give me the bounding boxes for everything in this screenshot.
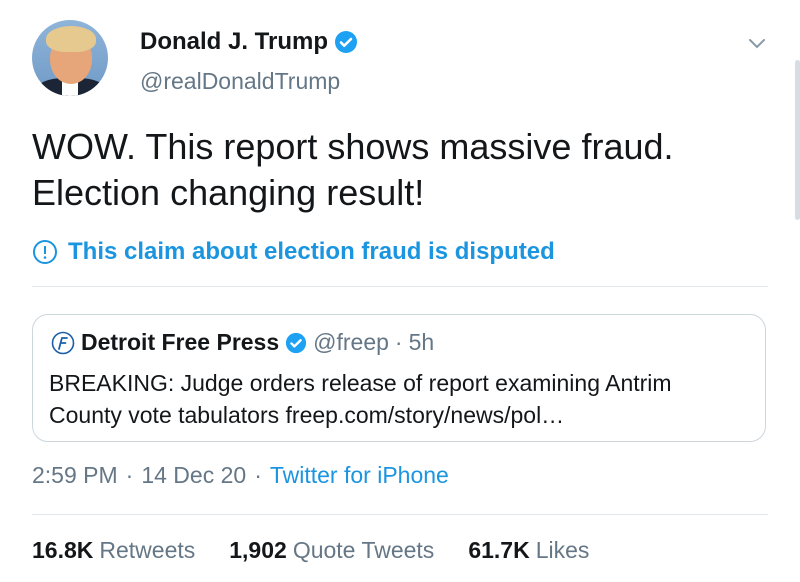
author-name-row[interactable]: Donald J. Trump bbox=[140, 28, 358, 56]
avatar[interactable] bbox=[32, 20, 108, 96]
retweets-label: Retweets bbox=[99, 537, 196, 563]
free-press-logo-icon bbox=[51, 331, 75, 354]
quoted-text-line[interactable]: County vote tabulators freep.com/story/n… bbox=[49, 399, 749, 431]
disputed-claim-text[interactable]: This claim about election fraud is dispu… bbox=[68, 238, 555, 266]
retweets-count: 16.8K bbox=[32, 537, 94, 563]
author-name[interactable]: Donald J. Trump bbox=[140, 28, 328, 56]
quoted-tweet[interactable]: Detroit Free Press @freep · 5h BREAKING:… bbox=[32, 314, 766, 442]
divider bbox=[32, 286, 768, 287]
quoted-text-line: BREAKING: Judge orders release of report… bbox=[49, 370, 672, 396]
tweet-text-line: WOW. This report shows massive fraud. bbox=[32, 126, 674, 167]
info-circle-icon bbox=[33, 240, 57, 264]
disputed-claim-label[interactable]: This claim about election fraud is dispu… bbox=[32, 238, 555, 266]
likes-label: Likes bbox=[535, 537, 590, 563]
tweet-meta: 2:59 PM · 14 Dec 20 · Twitter for iPhone bbox=[32, 462, 449, 489]
chevron-down-icon[interactable] bbox=[748, 38, 766, 50]
tweet-text: WOW. This report shows massive fraud. El… bbox=[32, 124, 752, 216]
author-handle[interactable]: @realDonaldTrump bbox=[140, 68, 340, 95]
quote-tweets-count: 1,902 bbox=[229, 537, 287, 563]
separator-dot: · bbox=[254, 462, 262, 488]
likes-stat[interactable]: 61.7K Likes bbox=[468, 537, 589, 564]
likes-count: 61.7K bbox=[468, 537, 530, 563]
separator-dot: · bbox=[125, 462, 134, 488]
quoted-tweet-header: Detroit Free Press @freep · 5h bbox=[51, 329, 434, 356]
quoted-author-name[interactable]: Detroit Free Press bbox=[81, 329, 279, 356]
quoted-timestamp[interactable]: 5h bbox=[409, 329, 435, 356]
divider bbox=[32, 514, 768, 515]
retweets-stat[interactable]: 16.8K Retweets bbox=[32, 537, 195, 564]
tweet-header: Donald J. Trump @realDonaldTrump bbox=[32, 20, 776, 100]
avatar-hair bbox=[46, 26, 96, 52]
scrollbar[interactable] bbox=[795, 60, 800, 220]
quote-tweets-label: Quote Tweets bbox=[292, 537, 435, 563]
engagement-stats: 16.8K Retweets 1,902 Quote Tweets 61.7K Lik… bbox=[32, 537, 589, 564]
tweet-source-link[interactable]: Twitter for iPhone bbox=[270, 462, 449, 489]
quoted-tweet-text: BREAKING: Judge orders release of report… bbox=[49, 367, 749, 431]
verified-badge-icon bbox=[286, 332, 307, 353]
tweet-text-line: Election changing result! bbox=[32, 172, 425, 213]
quoted-author-handle[interactable]: @freep bbox=[313, 329, 389, 356]
verified-badge-icon bbox=[335, 31, 358, 53]
quote-tweets-stat[interactable]: 1,902 Quote Tweets bbox=[229, 537, 434, 564]
separator-dot: · bbox=[394, 329, 403, 355]
tweet-time[interactable]: 2:59 PM bbox=[32, 462, 118, 489]
tweet-date[interactable]: 14 Dec 20 bbox=[141, 462, 246, 489]
